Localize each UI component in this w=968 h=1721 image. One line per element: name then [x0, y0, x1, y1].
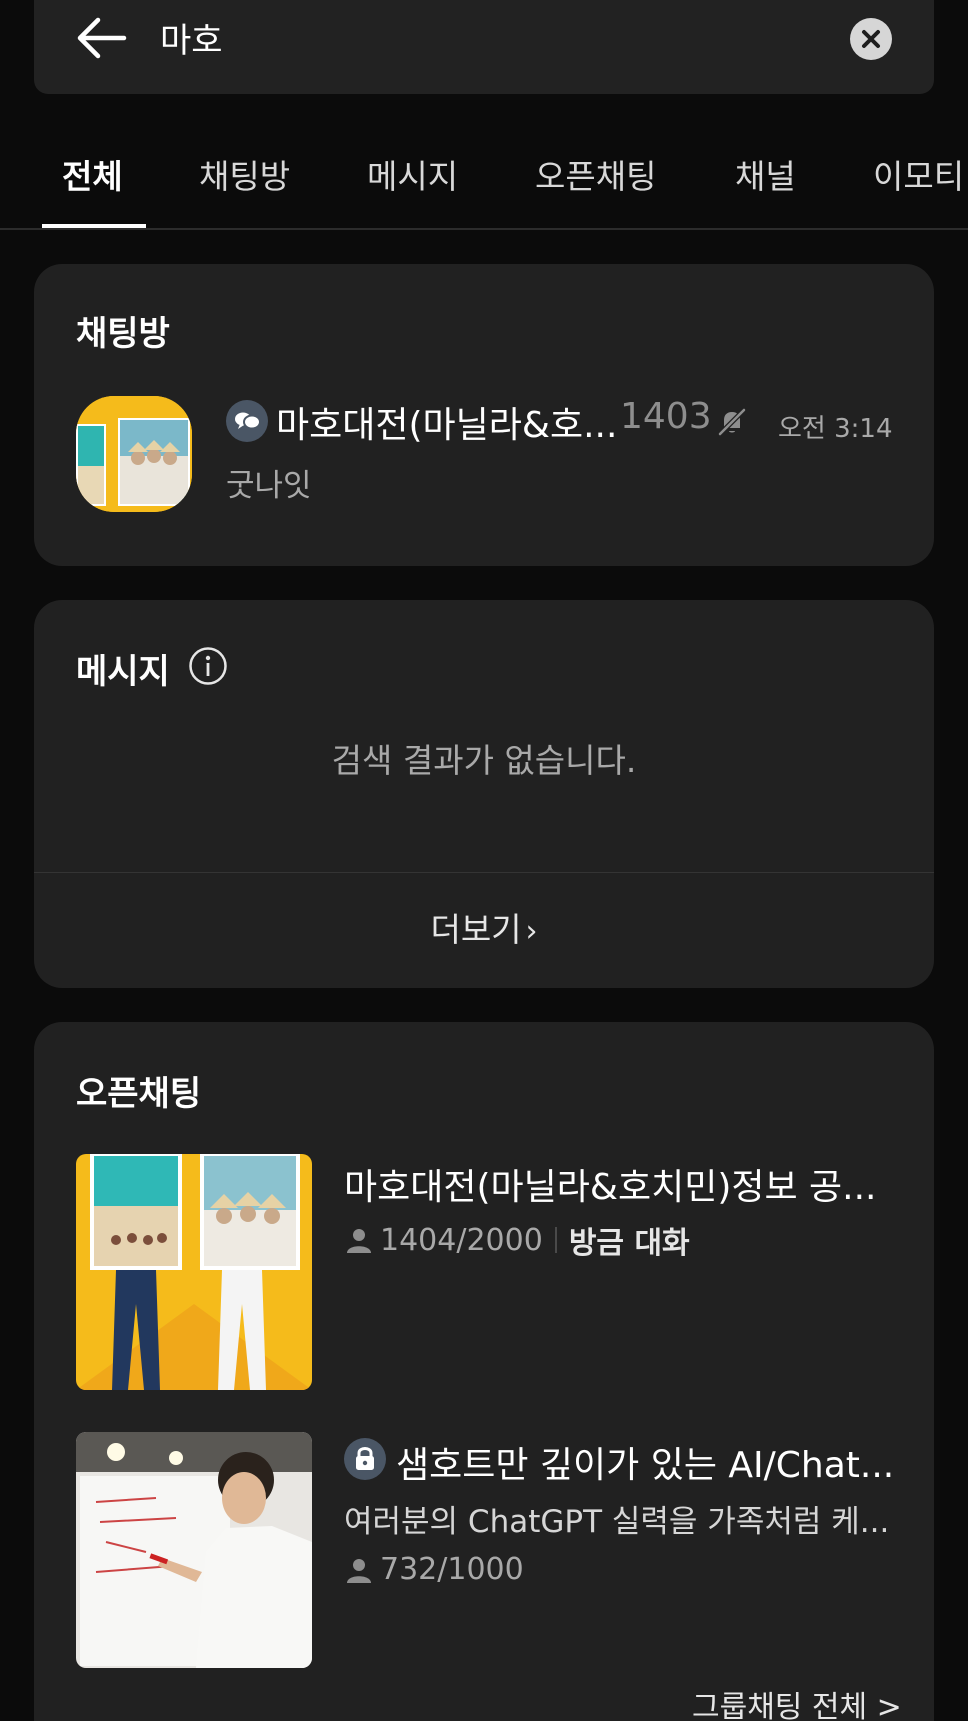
open-chat-bubble-icon — [226, 400, 268, 442]
section-title-chat-rooms: 채팅방 — [76, 314, 170, 354]
open-chat-description: 여러분의 ChatGPT 실력을 가족처럼 케... — [344, 1504, 890, 1540]
tab-channels[interactable]: 채널 — [735, 150, 796, 198]
chat-rooms-section: 채팅방 마호대전(마닐라&호... 1403 오전 3:14 굿나잇 — [34, 264, 934, 566]
no-results-text: 검색 결과가 없습니다. — [331, 741, 637, 780]
open-chat-meta: 1404/2000 방금 대화 — [344, 1218, 690, 1262]
close-icon — [862, 30, 880, 48]
chat-room-name: 마호대전(마닐라&호... — [276, 405, 618, 446]
chat-room-thumbnail — [76, 396, 192, 512]
search-bar — [34, 0, 934, 94]
more-button[interactable]: 더보기 › — [34, 873, 934, 988]
chat-room-member-count: 1403 — [620, 396, 712, 437]
tab-chat-rooms[interactable]: 채팅방 — [199, 150, 290, 198]
bell-off-icon — [714, 404, 750, 440]
open-chat-member-count: 732/1000 — [380, 1552, 524, 1587]
group-chat-all-link[interactable]: 그룹채팅 전체 > — [692, 1682, 902, 1721]
tab-messages[interactable]: 메시지 — [367, 150, 458, 198]
messages-section: 메시지 검색 결과가 없습니다. 더보기 › — [34, 600, 934, 988]
tab-emoticons[interactable]: 이모티 — [873, 150, 964, 198]
section-title-messages: 메시지 — [76, 652, 170, 692]
open-chat-thumbnail — [76, 1154, 312, 1390]
chevron-right-icon: › — [525, 914, 538, 949]
person-icon — [347, 1558, 371, 1583]
lock-icon — [344, 1438, 386, 1480]
meta-separator — [554, 1227, 557, 1253]
open-chat-thumbnail — [76, 1432, 312, 1668]
open-chat-title: 샘호트만 깊이가 있는 AI/Chat... — [396, 1445, 895, 1486]
open-chat-section: 오픈채팅 마호대전(마닐라&호치민)정보 공... 1404/2000 방금 대… — [34, 1022, 934, 1721]
open-chat-title: 마호대전(마닐라&호치민)정보 공... — [344, 1167, 877, 1208]
search-results-screen: 전체 채팅방 메시지 오픈채팅 채널 이모티 채팅방 — [0, 0, 968, 1721]
open-chat-activity: 방금 대화 — [568, 1226, 690, 1261]
chat-room-last-message: 굿나잇 — [226, 468, 312, 504]
search-category-tabs: 전체 채팅방 메시지 오픈채팅 채널 이모티 — [0, 120, 968, 230]
search-input[interactable] — [160, 16, 720, 58]
chat-room-time: 오전 3:14 — [778, 414, 893, 444]
section-title-open-chat: 오픈채팅 — [76, 1074, 202, 1114]
info-icon[interactable] — [188, 646, 228, 686]
person-icon — [347, 1229, 371, 1253]
clear-search-button[interactable] — [850, 18, 892, 60]
open-chat-member-count: 1404/2000 — [380, 1222, 543, 1258]
arrow-left-icon — [77, 17, 127, 59]
tab-open-chat[interactable]: 오픈채팅 — [535, 150, 656, 198]
open-chat-meta: 732/1000 — [344, 1552, 524, 1587]
tabs-divider — [0, 228, 968, 230]
tab-all[interactable]: 전체 — [62, 150, 123, 198]
more-button-label: 더보기 — [430, 910, 522, 949]
back-button[interactable] — [74, 14, 130, 62]
